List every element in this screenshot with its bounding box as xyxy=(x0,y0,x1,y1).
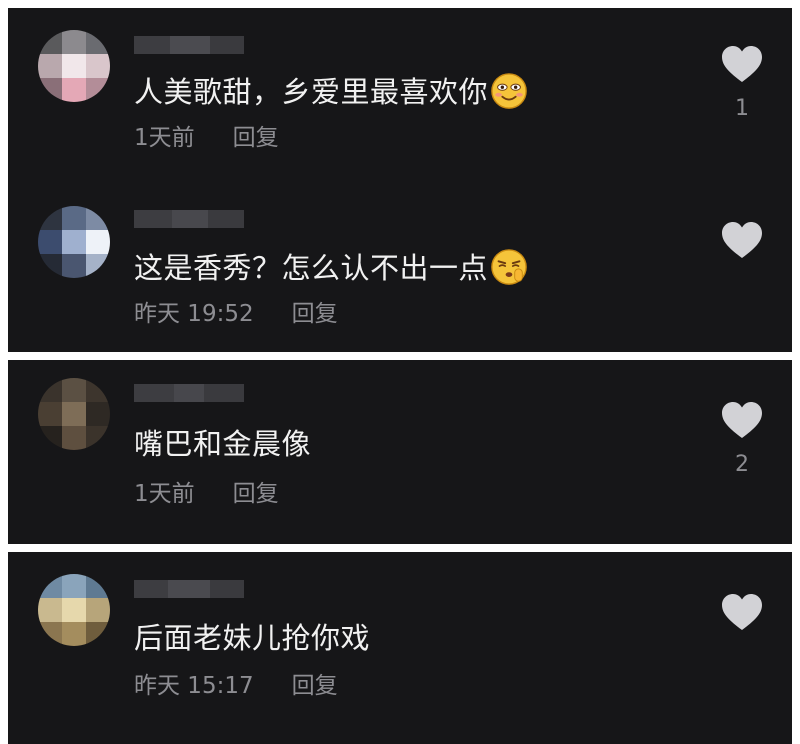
heart-icon[interactable] xyxy=(720,44,764,84)
like-button[interactable]: 1 xyxy=(718,44,766,122)
reply-button[interactable]: 回复 xyxy=(233,481,279,507)
like-button[interactable] xyxy=(718,220,766,272)
comment-meta: 昨天 19:52 回复 xyxy=(134,300,338,328)
avatar[interactable] xyxy=(38,206,110,278)
comment-panel: 后面老妹儿抢你戏 昨天 15:17 回复 xyxy=(8,552,792,744)
comment-meta: 昨天 15:17 回复 xyxy=(134,672,338,700)
like-count: 2 xyxy=(735,452,749,477)
comment-meta: 1天前 回复 xyxy=(134,124,279,152)
reply-button[interactable]: 回复 xyxy=(233,125,279,151)
heart-icon[interactable] xyxy=(720,400,764,440)
timestamp: 1天前 xyxy=(134,125,195,151)
like-button[interactable]: 2 xyxy=(718,400,766,478)
username[interactable] xyxy=(134,580,244,598)
comment-panel: 人美歌甜，乡爱里最喜欢你 1天前 回复 1 这是香秀？怎么认不出一点 昨天 19… xyxy=(8,8,792,352)
timestamp: 昨天 19:52 xyxy=(134,301,254,327)
username[interactable] xyxy=(134,210,244,228)
comment-text: 人美歌甜，乡爱里最喜欢你 xyxy=(134,73,528,113)
comment-text: 后面老妹儿抢你戏 xyxy=(134,620,370,656)
comment-text-content: 嘴巴和金晨像 xyxy=(134,427,312,461)
reply-button[interactable]: 回复 xyxy=(292,301,338,327)
timestamp: 昨天 15:17 xyxy=(134,673,254,699)
comment-text-content: 这是香秀？怎么认不出一点 xyxy=(134,251,489,285)
like-button[interactable] xyxy=(718,592,766,644)
comment-text-content: 人美歌甜，乡爱里最喜欢你 xyxy=(134,75,489,109)
comment-text: 嘴巴和金晨像 xyxy=(134,426,311,462)
username[interactable] xyxy=(134,384,244,402)
comment-meta: 1天前 回复 xyxy=(134,480,279,508)
like-count: 1 xyxy=(735,96,749,121)
heart-icon[interactable] xyxy=(720,220,764,260)
comment-text-content: 后面老妹儿抢你戏 xyxy=(134,621,371,655)
avatar[interactable] xyxy=(38,30,110,102)
heart-icon[interactable] xyxy=(720,592,764,632)
avatar[interactable] xyxy=(38,574,110,646)
shushing-face-emoji xyxy=(491,249,527,285)
smiling-face-emoji xyxy=(491,73,527,109)
comment-text: 这是香秀？怎么认不出一点 xyxy=(134,249,528,289)
reply-button[interactable]: 回复 xyxy=(292,673,338,699)
username[interactable] xyxy=(134,36,244,54)
avatar[interactable] xyxy=(38,378,110,450)
comment-panel: 嘴巴和金晨像 1天前 回复 2 xyxy=(8,360,792,544)
timestamp: 1天前 xyxy=(134,481,195,507)
